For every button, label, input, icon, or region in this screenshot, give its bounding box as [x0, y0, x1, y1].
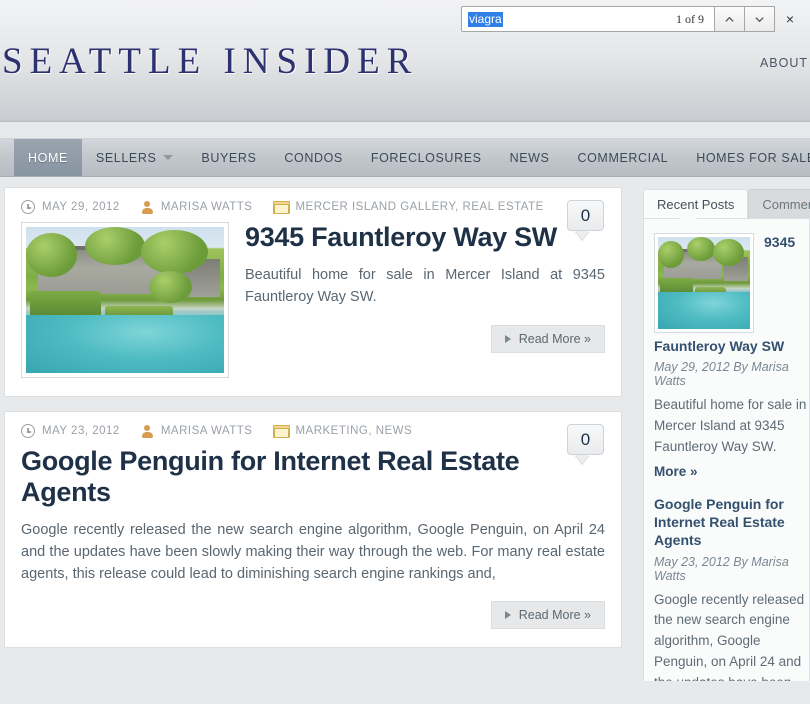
list-item[interactable]: Google Penguin for Internet Real Estate …: [654, 495, 809, 681]
comment-count-badge[interactable]: 0: [567, 424, 604, 455]
post-excerpt: Google recently released the new search …: [21, 522, 605, 582]
sidebar-item-title[interactable]: Google Penguin for Internet Real Estate …: [654, 495, 809, 550]
sidebar-item-more-link[interactable]: More »: [654, 458, 809, 479]
post-excerpt: Beautiful home for sale in Mercer Island…: [245, 267, 605, 305]
nav-spacer: [0, 122, 810, 138]
sidebar-item-text: Google recently released the new search …: [654, 591, 805, 681]
sidebar: Recent Posts Comments: [635, 187, 810, 681]
nav-label: NEWS: [509, 150, 550, 165]
post-text: 9345 Fauntleroy Way SW Beautiful home fo…: [245, 222, 605, 378]
post-card: MAY 23, 2012 MARISA WATTS MARKETING, NEW…: [4, 411, 622, 649]
sidebar-item-date: May 29, 2012 By Marisa Watts: [654, 360, 789, 389]
page-root: viagra 1 of 9 × SEATTLE INSIDER ABOUT HO…: [0, 0, 810, 704]
find-input[interactable]: viagra 1 of 9: [461, 6, 715, 32]
chevron-down-icon: [755, 16, 764, 22]
nav-item-buyers[interactable]: BUYERS: [187, 139, 270, 176]
post-meta: MAY 23, 2012 MARISA WATTS MARKETING, NEW…: [21, 424, 605, 438]
find-bar[interactable]: viagra 1 of 9 ×: [461, 6, 805, 32]
triangle-right-icon: [504, 611, 511, 620]
nav-label: BUYERS: [201, 150, 257, 165]
house-pool-photo: [658, 237, 750, 329]
post-card: MAY 29, 2012 MARISA WATTS MERCER ISLAND …: [4, 187, 622, 397]
find-query-text: viagra: [468, 11, 503, 27]
read-more-button[interactable]: Read More »: [490, 601, 605, 630]
nav-label: FORECLOSURES: [370, 150, 482, 165]
read-more-label: Read More »: [518, 608, 591, 623]
main-column: MAY 29, 2012 MARISA WATTS MERCER ISLAND …: [0, 187, 622, 681]
list-item[interactable]: 9345 Fauntleroy Way SW May 29, 2012 By M…: [654, 233, 809, 479]
find-close-button[interactable]: ×: [775, 6, 805, 32]
sidebar-thumbnail[interactable]: [654, 233, 754, 333]
clock-icon: [21, 424, 35, 438]
nav-label: COMMERCIAL: [577, 150, 669, 165]
tab-pointer-icon: [679, 218, 697, 227]
post-body: 9345 Fauntleroy Way SW Beautiful home fo…: [21, 222, 605, 378]
tab-comments[interactable]: Comments: [748, 189, 810, 218]
sidebar-item-date: May 23, 2012 By Marisa Watts: [654, 554, 789, 583]
read-more-row: Read More »: [245, 324, 605, 353]
post-text: Google Penguin for Internet Real Estate …: [21, 446, 605, 630]
nav-item-commercial[interactable]: COMMERCIAL: [563, 139, 682, 176]
nav-item-homes-for-sale[interactable]: HOMES FOR SALE: [682, 139, 810, 176]
post-thumbnail[interactable]: [21, 222, 229, 378]
comment-count-value: 0: [580, 429, 591, 449]
nav-item-home[interactable]: HOME: [14, 139, 82, 176]
nav-item-condos[interactable]: CONDOS: [270, 139, 356, 176]
triangle-right-icon: [504, 334, 511, 343]
house-pool-photo: [26, 227, 224, 373]
nav-label: HOMES FOR SALE: [696, 150, 810, 165]
tab-label: Recent Posts: [657, 197, 735, 212]
clock-icon: [21, 200, 35, 214]
read-more-button[interactable]: Read More »: [490, 324, 605, 353]
user-icon: [141, 424, 154, 438]
find-previous-button[interactable]: [715, 6, 745, 32]
post-date: MAY 29, 2012: [42, 201, 120, 213]
read-more-row: Read More »: [21, 601, 605, 630]
tab-label: Comments: [762, 197, 810, 212]
folder-icon: [273, 425, 291, 438]
folder-icon: [273, 201, 291, 214]
nav-label: HOME: [28, 150, 68, 165]
post-body: Google Penguin for Internet Real Estate …: [21, 446, 605, 630]
nav-item-news[interactable]: NEWS: [496, 139, 564, 176]
comment-count-badge[interactable]: 0: [567, 200, 604, 231]
find-next-button[interactable]: [745, 6, 775, 32]
post-author[interactable]: MARISA WATTS: [161, 425, 253, 437]
nav-label: CONDOS: [284, 150, 343, 165]
comment-count-value: 0: [580, 205, 591, 225]
read-more-label: Read More »: [518, 331, 591, 346]
close-icon: ×: [785, 11, 795, 27]
nav-item-sellers[interactable]: SELLERS: [82, 139, 187, 176]
site-title[interactable]: SEATTLE INSIDER: [2, 40, 418, 83]
sidebar-panel-recent-posts: 9345 Fauntleroy Way SW May 29, 2012 By M…: [643, 218, 810, 681]
post-author[interactable]: MARISA WATTS: [161, 201, 253, 213]
post-title[interactable]: Google Penguin for Internet Real Estate …: [21, 446, 605, 508]
chevron-up-icon: [725, 16, 734, 22]
chevron-down-icon: [163, 155, 174, 160]
post-meta: MAY 29, 2012 MARISA WATTS MERCER ISLAND …: [21, 200, 605, 214]
post-categories[interactable]: MARKETING, NEWS: [295, 425, 412, 437]
nav-item-foreclosures[interactable]: FORECLOSURES: [357, 139, 496, 176]
header-link-about[interactable]: ABOUT: [760, 56, 808, 70]
sidebar-tabs[interactable]: Recent Posts Comments: [643, 187, 810, 218]
content-area: MAY 29, 2012 MARISA WATTS MERCER ISLAND …: [0, 177, 810, 681]
post-categories[interactable]: MERCER ISLAND GALLERY, REAL ESTATE: [295, 201, 543, 213]
user-icon: [141, 200, 154, 214]
post-date: MAY 23, 2012: [42, 425, 120, 437]
sidebar-item-text: Beautiful home for sale in Mercer Island…: [654, 397, 807, 455]
nav-label: SELLERS: [95, 150, 157, 165]
find-result-count: 1 of 9: [676, 11, 704, 26]
main-navigation[interactable]: HOME SELLERS BUYERS CONDOS FORECLOSURES …: [0, 138, 810, 177]
post-title[interactable]: 9345 Fauntleroy Way SW: [245, 222, 605, 253]
tab-recent-posts[interactable]: Recent Posts: [643, 189, 749, 218]
